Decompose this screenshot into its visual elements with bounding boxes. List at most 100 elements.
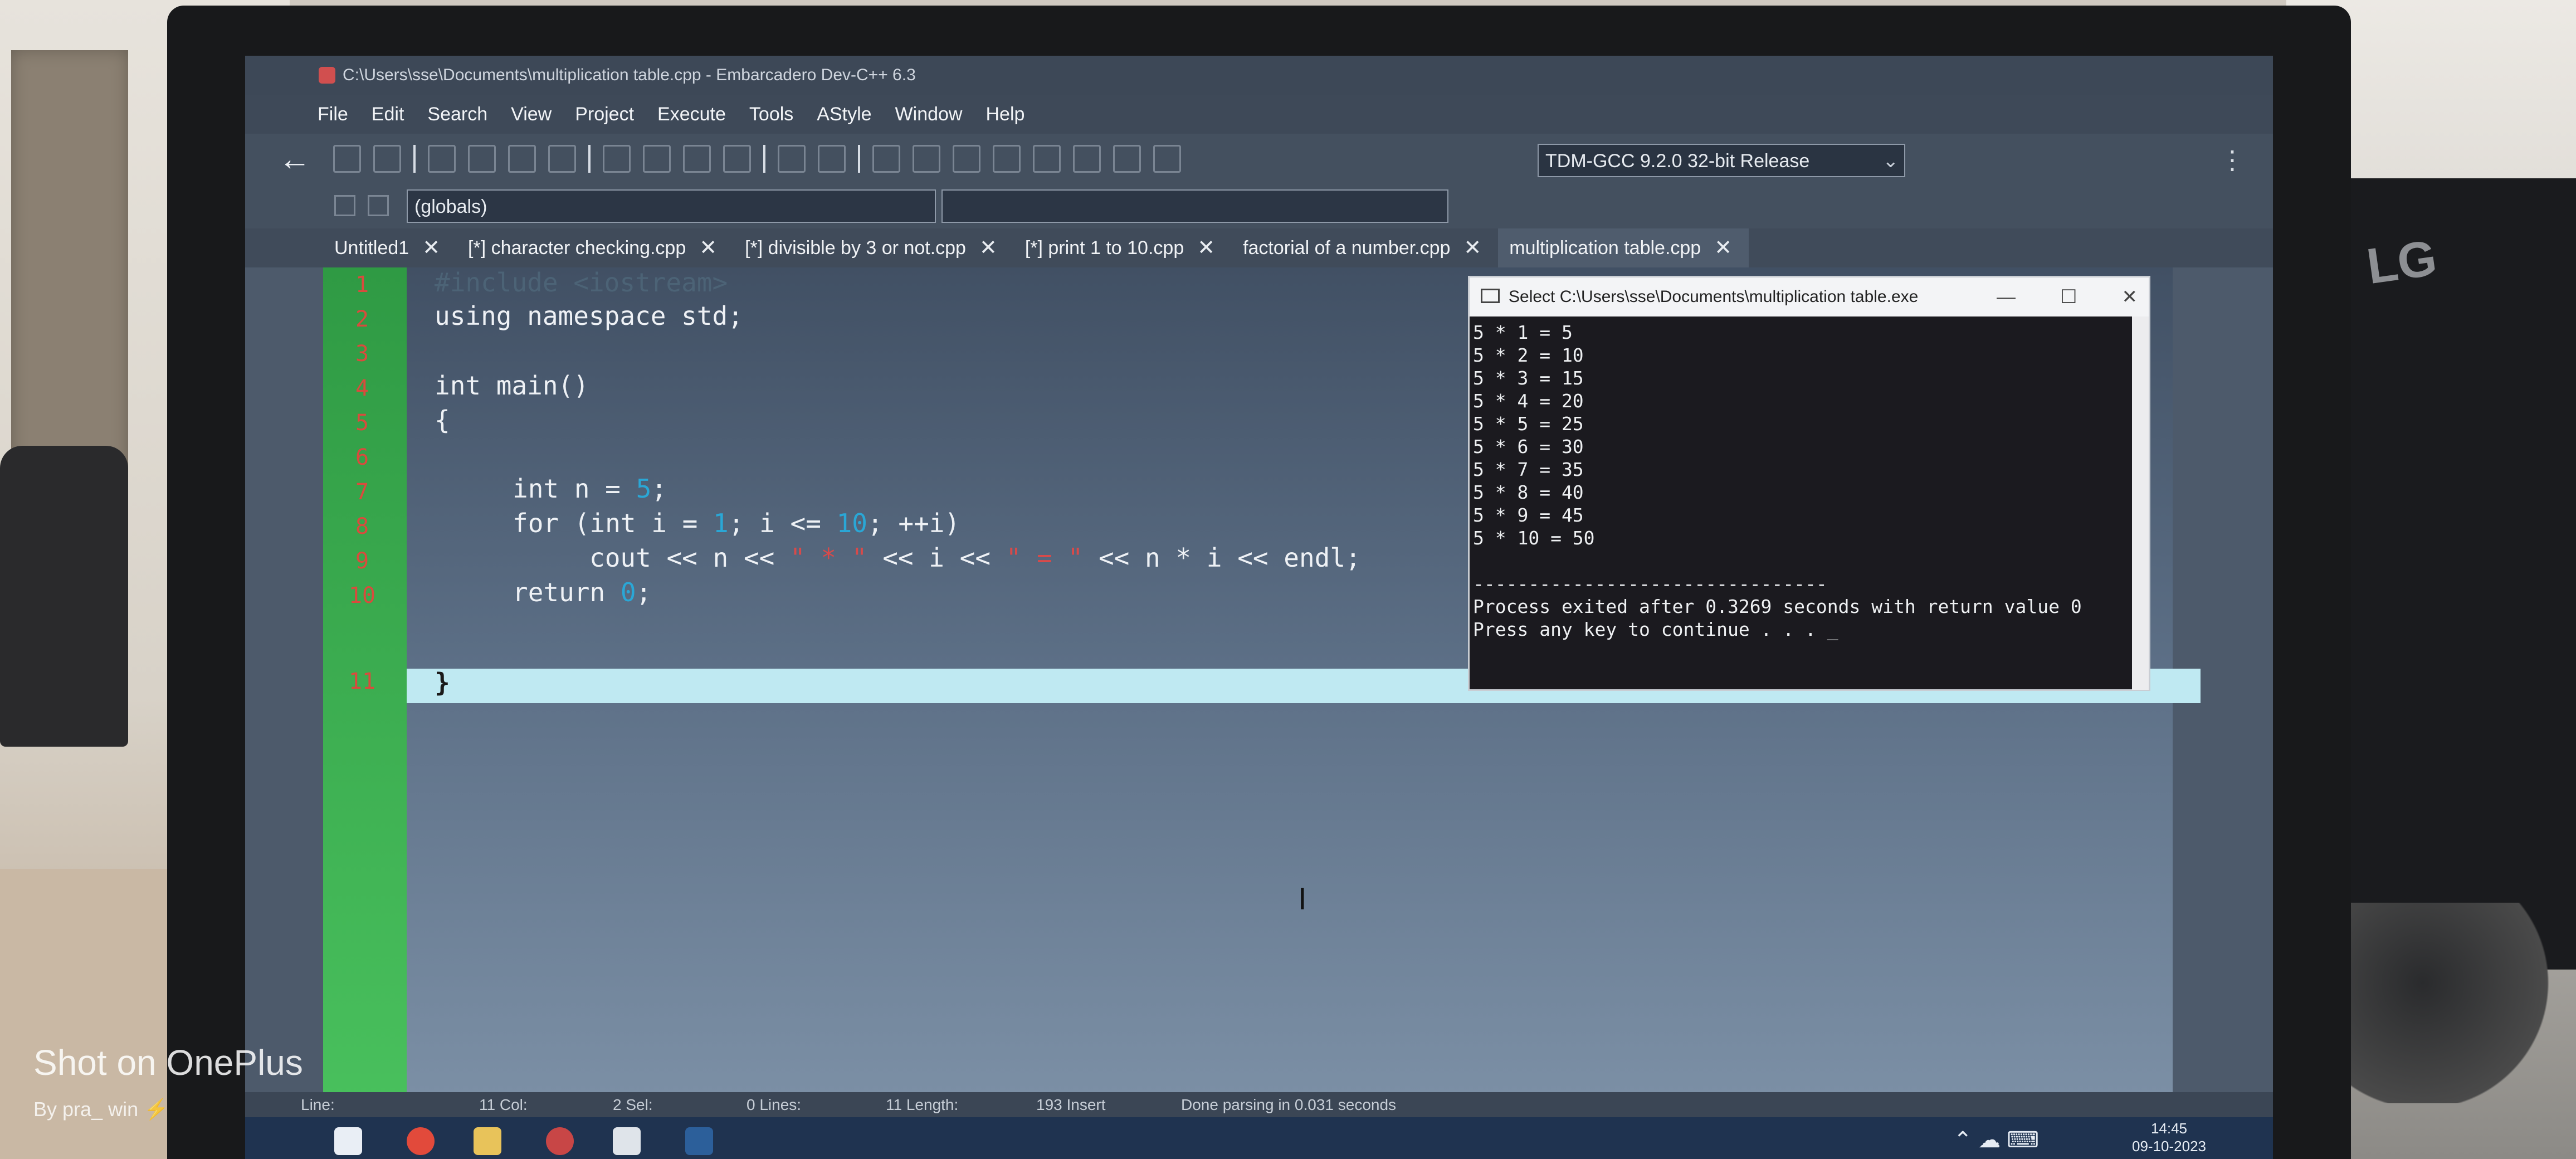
file-explorer-icon[interactable] bbox=[474, 1127, 501, 1155]
console-output: 5 * 1 = 55 * 2 = 10 5 * 3 = 15 5 * 4 = 20 5… bbox=[1473, 321, 2082, 641]
tab-label: Untitled1 bbox=[334, 237, 409, 259]
close-icon[interactable]: ✕ bbox=[979, 228, 997, 267]
menu-window[interactable]: Window bbox=[895, 104, 963, 125]
console-line: 5 * 7 = 35 bbox=[1473, 459, 1584, 480]
save-all-icon[interactable] bbox=[468, 145, 496, 173]
close-icon[interactable]: ✕ bbox=[422, 228, 440, 267]
line-number: 9 bbox=[355, 548, 369, 574]
status-length: 11 Length: bbox=[886, 1096, 959, 1113]
stop-icon[interactable] bbox=[1073, 145, 1101, 173]
open-file-icon[interactable] bbox=[373, 145, 401, 173]
menu-astyle[interactable]: AStyle bbox=[817, 104, 871, 125]
close-file-icon[interactable] bbox=[508, 145, 536, 173]
console-line: -------------------------------- bbox=[1473, 573, 1827, 595]
menu-help[interactable]: Help bbox=[985, 104, 1024, 125]
tab-untitled1[interactable]: Untitled1 ✕ bbox=[323, 228, 457, 267]
system-tray-icons[interactable]: ⌃ ☁ ⌨ bbox=[1954, 1127, 2039, 1153]
bookmark-icon[interactable] bbox=[334, 195, 355, 216]
maximize-icon[interactable]: ☐ bbox=[2060, 277, 2077, 316]
line-number: 11 bbox=[348, 669, 376, 694]
tab-divisible-by-3[interactable]: [*] divisible by 3 or not.cpp ✕ bbox=[734, 228, 1014, 267]
window-title: C:\Users\sse\Documents\multiplication ta… bbox=[343, 66, 916, 84]
code-number: 10 bbox=[836, 508, 867, 538]
status-insert: 193 Insert bbox=[1036, 1096, 1106, 1113]
find-icon[interactable] bbox=[603, 145, 631, 173]
close-icon[interactable]: ✕ bbox=[1714, 228, 1732, 267]
minimize-icon[interactable]: — bbox=[1997, 277, 2016, 316]
console-line: 5 * 3 = 15 bbox=[1473, 367, 1584, 389]
code-line-4: int main() bbox=[435, 371, 589, 401]
tab-multiplication-table[interactable]: multiplication table.cpp ✕ bbox=[1498, 228, 1749, 267]
code-token: int n = bbox=[513, 474, 636, 504]
back-arrow-icon[interactable]: ← bbox=[279, 140, 311, 178]
code-line-5: { bbox=[435, 405, 450, 435]
new-file-icon[interactable] bbox=[333, 145, 361, 173]
tab-label: multiplication table.cpp bbox=[1509, 237, 1701, 259]
menu-bar: File Edit Search View Project Execute To… bbox=[245, 95, 2273, 134]
line-number: 3 bbox=[355, 341, 369, 367]
redo-icon[interactable] bbox=[818, 145, 846, 173]
goto-icon[interactable] bbox=[683, 145, 711, 173]
office-chair bbox=[0, 446, 128, 747]
console-line: 5 * 9 = 45 bbox=[1473, 504, 1584, 526]
line-number: 2 bbox=[355, 306, 369, 332]
rebuild-icon[interactable] bbox=[993, 145, 1021, 173]
tab-factorial[interactable]: factorial of a number.cpp ✕ bbox=[1232, 228, 1498, 267]
menu-view[interactable]: View bbox=[511, 104, 552, 125]
close-icon[interactable]: ✕ bbox=[2122, 277, 2138, 316]
laptop-screen: C:\Users\sse\Documents\multiplication ta… bbox=[245, 56, 2273, 1159]
run-icon[interactable] bbox=[913, 145, 940, 173]
print-icon[interactable] bbox=[548, 145, 576, 173]
menu-file[interactable]: File bbox=[318, 104, 348, 125]
tab-character-checking[interactable]: [*] character checking.cpp ✕ bbox=[457, 228, 734, 267]
undo-icon[interactable] bbox=[778, 145, 806, 173]
menu-execute[interactable]: Execute bbox=[657, 104, 726, 125]
scope-select[interactable]: (globals) bbox=[407, 189, 936, 223]
menu-tools[interactable]: Tools bbox=[749, 104, 793, 125]
code-line-7: int n = 5; bbox=[513, 474, 667, 504]
clock[interactable]: 14:45 09-10-2023 bbox=[2132, 1119, 2206, 1155]
code-line-8: for (int i = 1; i <= 10; ++i) bbox=[513, 508, 960, 538]
indent-icon[interactable] bbox=[723, 145, 751, 173]
line-number: 4 bbox=[355, 376, 369, 401]
check-icon[interactable] bbox=[1033, 145, 1061, 173]
code-line-10: return 0; bbox=[513, 577, 651, 607]
line-number: 10 bbox=[348, 583, 376, 608]
more-options-icon[interactable]: ⋮ bbox=[2219, 145, 2245, 175]
menu-project[interactable]: Project bbox=[575, 104, 634, 125]
replace-icon[interactable] bbox=[643, 145, 671, 173]
menu-search[interactable]: Search bbox=[427, 104, 487, 125]
menu-edit[interactable]: Edit bbox=[372, 104, 404, 125]
chrome-icon[interactable] bbox=[407, 1127, 435, 1155]
compiler-select-value: TDM-GCC 9.2.0 32-bit Release bbox=[1545, 150, 1810, 172]
console-scrollbar[interactable] bbox=[2132, 316, 2149, 690]
windows-start-icon[interactable] bbox=[334, 1127, 362, 1155]
code-token: for (int i = bbox=[513, 508, 714, 538]
close-icon[interactable]: ✕ bbox=[699, 228, 717, 267]
close-icon[interactable]: ✕ bbox=[1463, 228, 1481, 267]
function-select[interactable] bbox=[941, 189, 1448, 223]
tab-label: [*] divisible by 3 or not.cpp bbox=[745, 237, 966, 259]
tab-print-1-to-10[interactable]: [*] print 1 to 10.cpp ✕ bbox=[1014, 228, 1232, 267]
compiler-select[interactable]: TDM-GCC 9.2.0 32-bit Release ⌄ bbox=[1538, 144, 1905, 177]
bookmark-toggle-icon[interactable] bbox=[368, 195, 389, 216]
compile-run-icon[interactable] bbox=[953, 145, 980, 173]
line-number: 7 bbox=[355, 479, 369, 505]
chart-icon[interactable] bbox=[1113, 145, 1141, 173]
console-window[interactable]: Select C:\Users\sse\Documents\multiplica… bbox=[1468, 276, 2150, 691]
main-toolbar: ← bbox=[245, 134, 2273, 184]
close-icon[interactable] bbox=[1153, 145, 1181, 173]
close-icon[interactable]: ✕ bbox=[1197, 228, 1215, 267]
devcpp-taskbar-icon[interactable] bbox=[546, 1127, 574, 1155]
photos-icon[interactable] bbox=[685, 1127, 713, 1155]
compile-icon[interactable] bbox=[872, 145, 900, 173]
app-icon bbox=[319, 67, 335, 84]
code-number: 0 bbox=[620, 577, 636, 607]
console-taskbar-icon[interactable] bbox=[613, 1127, 641, 1155]
console-line: Press any key to continue . . . _ bbox=[1473, 619, 1838, 640]
save-icon[interactable] bbox=[428, 145, 456, 173]
code-string: " = " bbox=[1006, 543, 1084, 573]
line-number: 6 bbox=[355, 445, 369, 470]
status-lines: 0 Lines: bbox=[747, 1096, 802, 1113]
toolbar-separator bbox=[763, 145, 765, 173]
